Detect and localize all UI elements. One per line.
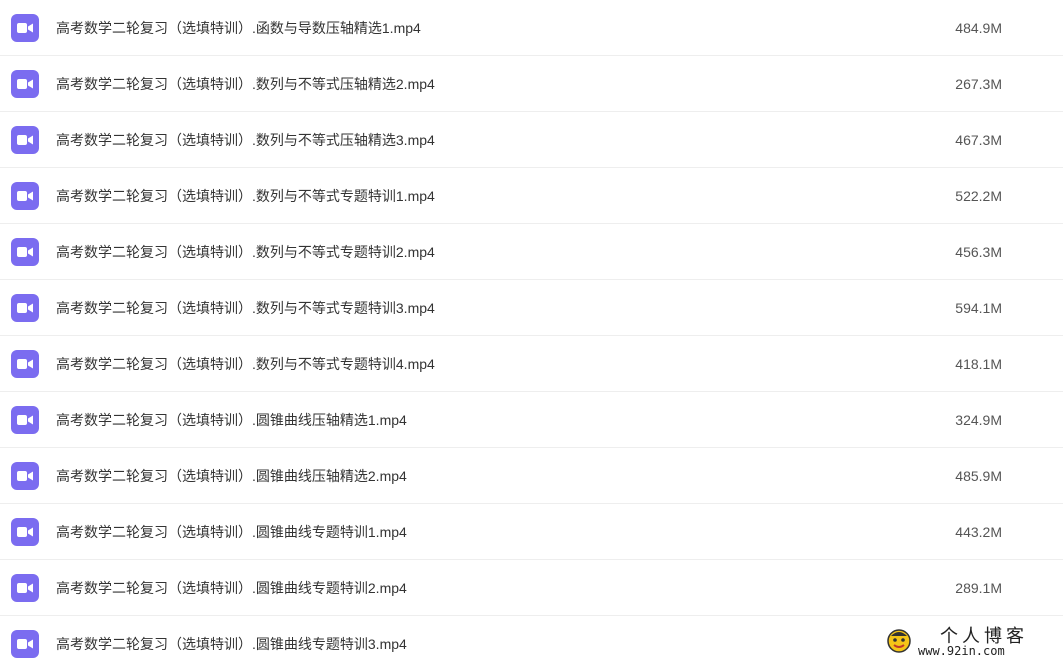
file-size: 467.3M <box>955 131 1002 148</box>
file-name[interactable]: 高考数学二轮复习（选填特训）.圆锥曲线专题特训2.mp4 <box>56 578 407 598</box>
file-name[interactable]: 高考数学二轮复习（选填特训）.圆锥曲线专题特训1.mp4 <box>56 522 407 542</box>
file-row[interactable]: 高考数学二轮复习（选填特训）.数列与不等式专题特训4.mp4 418.1M <box>0 336 1063 392</box>
file-name[interactable]: 高考数学二轮复习（选填特训）.函数与导数压轴精选1.mp4 <box>56 18 421 38</box>
file-name[interactable]: 高考数学二轮复习（选填特训）.圆锥曲线专题特训3.mp4 <box>56 634 407 654</box>
file-size: 484.9M <box>955 19 1002 36</box>
file-name[interactable]: 高考数学二轮复习（选填特训）.数列与不等式专题特训3.mp4 <box>56 298 435 318</box>
file-row[interactable]: 高考数学二轮复习（选填特训）.圆锥曲线专题特训2.mp4 289.1M <box>0 560 1063 616</box>
file-row[interactable]: 高考数学二轮复习（选填特训）.数列与不等式专题特训2.mp4 456.3M <box>0 224 1063 280</box>
file-name[interactable]: 高考数学二轮复习（选填特训）.数列与不等式压轴精选2.mp4 <box>56 74 435 94</box>
file-name[interactable]: 高考数学二轮复习（选填特训）.数列与不等式专题特训1.mp4 <box>56 186 435 206</box>
video-file-icon <box>11 517 39 546</box>
file-name[interactable]: 高考数学二轮复习（选填特训）.数列与不等式压轴精选3.mp4 <box>56 130 435 150</box>
video-file-icon <box>11 349 39 378</box>
video-file-icon <box>11 181 39 210</box>
smiley-face-icon <box>887 629 911 653</box>
file-name[interactable]: 高考数学二轮复习（选填特训）.圆锥曲线压轴精选2.mp4 <box>56 466 407 486</box>
file-name[interactable]: 高考数学二轮复习（选填特训）.数列与不等式专题特训2.mp4 <box>56 242 435 262</box>
file-row[interactable]: 高考数学二轮复习（选填特训）.函数与导数压轴精选1.mp4 484.9M <box>0 0 1063 56</box>
file-size: 267.3M <box>955 75 1002 92</box>
file-size: 418.1M <box>955 355 1002 372</box>
watermark: 个人博客 www.92in.com <box>882 622 1057 660</box>
file-size: 485.9M <box>955 467 1002 484</box>
file-list: 高考数学二轮复习（选填特训）.函数与导数压轴精选1.mp4 484.9M 高考数… <box>0 0 1063 672</box>
video-file-icon <box>11 405 39 434</box>
file-row[interactable]: 高考数学二轮复习（选填特训）.数列与不等式压轴精选2.mp4 267.3M <box>0 56 1063 112</box>
video-file-icon <box>11 125 39 154</box>
file-row[interactable]: 高考数学二轮复习（选填特训）.圆锥曲线压轴精选1.mp4 324.9M <box>0 392 1063 448</box>
file-row[interactable]: 高考数学二轮复习（选填特训）.数列与不等式专题特训3.mp4 594.1M <box>0 280 1063 336</box>
file-size: 522.2M <box>955 187 1002 204</box>
file-row[interactable]: 高考数学二轮复习（选填特训）.数列与不等式专题特训1.mp4 522.2M <box>0 168 1063 224</box>
file-name[interactable]: 高考数学二轮复习（选填特训）.圆锥曲线压轴精选1.mp4 <box>56 410 407 430</box>
file-row[interactable]: 高考数学二轮复习（选填特训）.圆锥曲线压轴精选2.mp4 485.9M <box>0 448 1063 504</box>
video-file-icon <box>11 13 39 42</box>
file-size: 594.1M <box>955 299 1002 316</box>
video-file-icon <box>11 630 39 658</box>
video-file-icon <box>11 461 39 490</box>
video-file-icon <box>11 573 39 602</box>
file-size: 456.3M <box>955 243 1002 260</box>
file-size: 324.9M <box>955 411 1002 428</box>
video-file-icon <box>11 293 39 322</box>
video-file-icon <box>11 69 39 98</box>
file-size: 289.1M <box>955 579 1002 596</box>
video-file-icon <box>11 237 39 266</box>
watermark-url: www.92in.com <box>918 644 1005 658</box>
file-row[interactable]: 高考数学二轮复习（选填特训）.数列与不等式压轴精选3.mp4 467.3M <box>0 112 1063 168</box>
file-size: 443.2M <box>955 523 1002 540</box>
file-name[interactable]: 高考数学二轮复习（选填特训）.数列与不等式专题特训4.mp4 <box>56 354 435 374</box>
file-row[interactable]: 高考数学二轮复习（选填特训）.圆锥曲线专题特训1.mp4 443.2M <box>0 504 1063 560</box>
